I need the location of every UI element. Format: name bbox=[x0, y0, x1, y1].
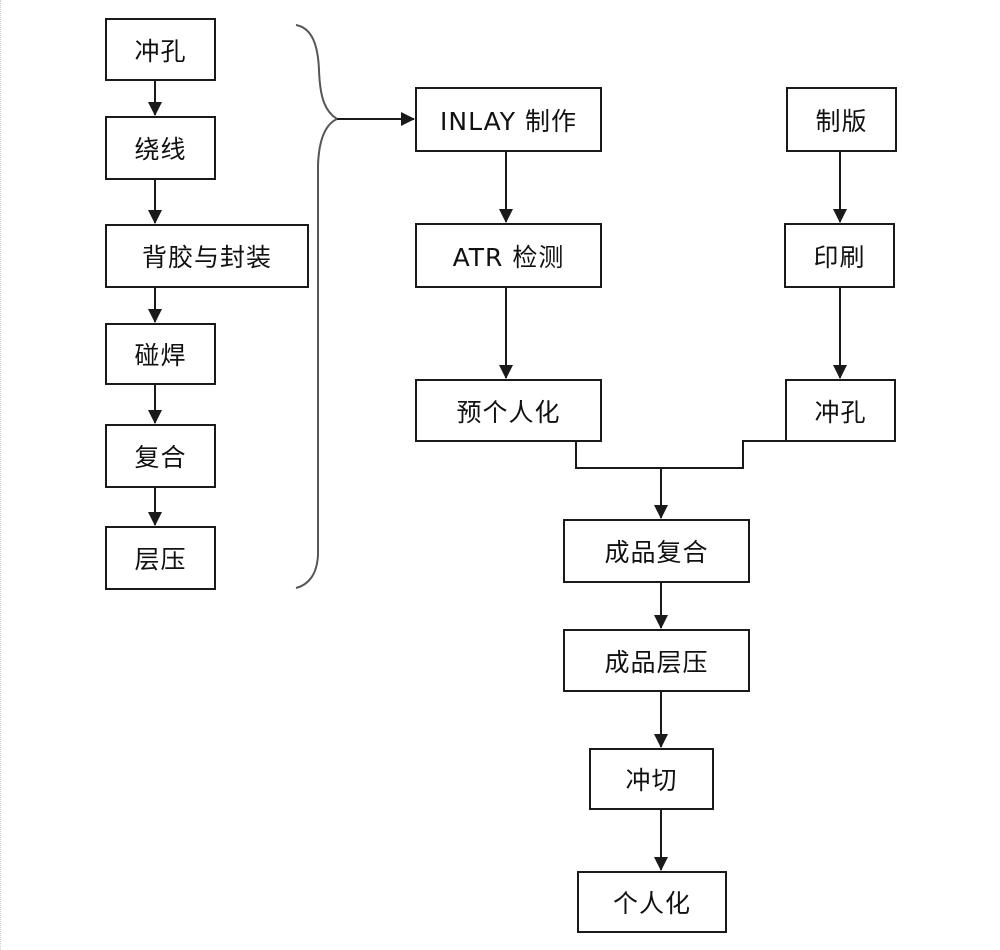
connectors-layer bbox=[148, 24, 847, 871]
curly-brace bbox=[295, 24, 340, 589]
merge-connector bbox=[575, 440, 785, 469]
flowchart-canvas: 冲孔 绕线 背胶与封装 碰焊 复合 层压 INLAY 制作 ATR 检测 预个人… bbox=[0, 0, 1000, 950]
